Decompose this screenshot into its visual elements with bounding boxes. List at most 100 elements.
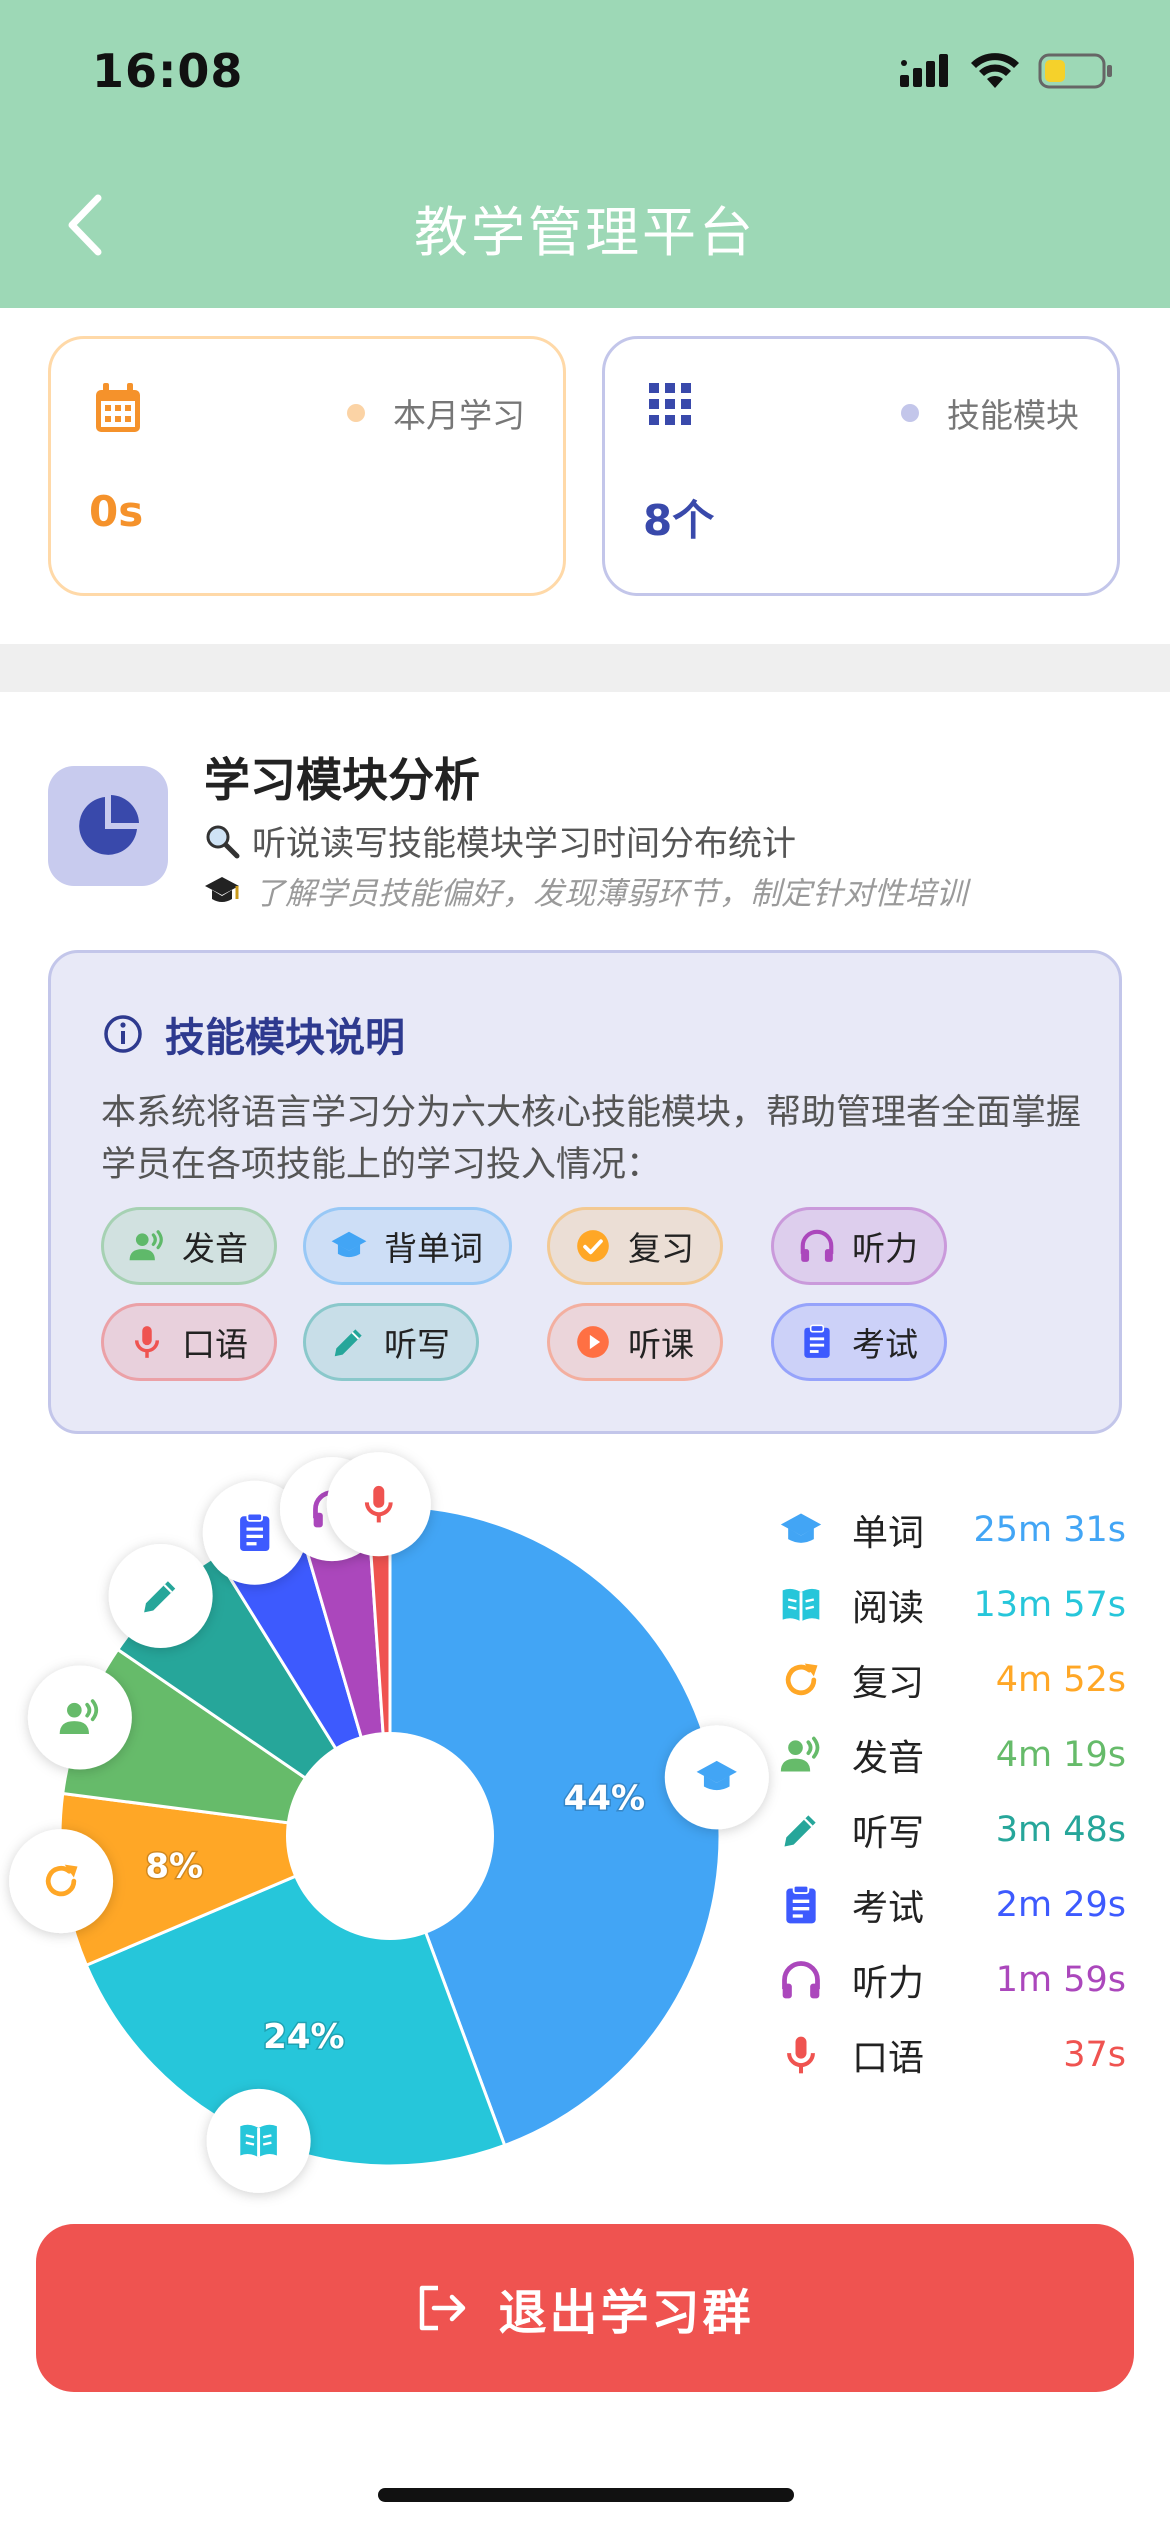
logout-icon xyxy=(420,2285,466,2331)
pie-glyph-icon xyxy=(79,795,139,855)
headphones-icon xyxy=(800,1229,834,1262)
legend-name: 阅读 xyxy=(852,1588,925,1629)
wifi-icon xyxy=(971,53,1019,88)
legend-value: 13m 57s xyxy=(973,1585,1126,1625)
section-divider xyxy=(0,644,1170,692)
legend-value: 25m 31s xyxy=(973,1510,1126,1550)
section-title: 学习模块分析 xyxy=(204,753,480,807)
grid-icon xyxy=(649,383,691,425)
skill-chip: 口语 xyxy=(101,1303,277,1381)
skill-modules-card: 技能模块 8个 xyxy=(602,336,1120,596)
legend-value: 3m 48s xyxy=(995,1810,1126,1850)
legend-row: 考试 2m 29s xyxy=(776,1875,1126,1935)
pie-percent-label: 44% xyxy=(564,1779,645,1819)
info-text: 本系统将语言学习分为六大核心技能模块，帮助管理者全面掌握学员在各项技能上的学习投… xyxy=(101,1093,1082,1185)
graduation-cap-icon xyxy=(780,1513,822,1543)
info-title: 技能模块说明 xyxy=(103,1005,405,1063)
skill-chip-label: 复习 xyxy=(628,1229,694,1268)
calendar-icon xyxy=(96,383,140,432)
legend-icon xyxy=(776,1805,826,1855)
exit-group-button[interactable]: 退出学习群 xyxy=(36,2224,1134,2392)
skill-modules-value: 8个 xyxy=(643,496,715,545)
label-dot xyxy=(901,404,919,422)
legend-icon xyxy=(776,1880,826,1930)
headphones-icon xyxy=(782,1961,820,1999)
legend-row: 复习 4m 52s xyxy=(776,1650,1126,1710)
legend-row: 听力 1m 59s xyxy=(776,1950,1126,2010)
status-icons xyxy=(898,52,1114,90)
section-note-text: 了解学员技能偏好，发现薄弱环节，制定针对性培训 xyxy=(254,876,967,912)
clipboard-icon xyxy=(804,1324,830,1358)
skill-chip: 背单词 xyxy=(303,1207,512,1285)
pie-badge xyxy=(206,2088,311,2193)
skill-modules-label-text: 技能模块 xyxy=(947,396,1079,435)
legend-name: 单词 xyxy=(852,1513,925,1554)
legend-row: 阅读 13m 57s xyxy=(776,1575,1126,1635)
microphone-icon xyxy=(134,1326,160,1358)
legend-name: 口语 xyxy=(852,2038,925,2079)
graduation-cap-icon xyxy=(205,876,239,902)
legend-icon xyxy=(776,2030,826,2080)
pie-badge xyxy=(664,1725,769,1830)
legend-value: 2m 29s xyxy=(995,1885,1126,1925)
voice-icon xyxy=(780,1736,820,1772)
monthly-study-value: 0s xyxy=(89,487,144,536)
info-title-text: 技能模块说明 xyxy=(165,1015,405,1061)
graduation-cap-icon xyxy=(331,1231,367,1258)
legend-name: 复习 xyxy=(852,1663,925,1704)
legend-icon xyxy=(776,1955,826,2005)
legend-icon xyxy=(776,1730,826,1780)
monthly-study-card: 本月学习 0s xyxy=(48,336,566,596)
exit-group-label: 退出学习群 xyxy=(498,2285,754,2341)
legend-name: 听力 xyxy=(852,1963,925,2004)
pie-percent-label: 24% xyxy=(263,2017,344,2057)
legend-row: 发音 4m 19s xyxy=(776,1725,1126,1785)
monthly-study-label-text: 本月学习 xyxy=(393,396,525,435)
page-title: 教学管理平台 xyxy=(414,201,756,264)
skill-chip-label: 背单词 xyxy=(384,1229,483,1268)
skill-chip: 听写 xyxy=(303,1303,479,1381)
pie-badge xyxy=(9,1829,114,1934)
legend-value: 37s xyxy=(1063,2035,1126,2075)
section-subtitle: 听说读写技能模块学习时间分布统计 xyxy=(204,816,796,865)
legend-icon xyxy=(776,1505,826,1555)
label-dot xyxy=(347,404,365,422)
legend-row: 听写 3m 48s xyxy=(776,1800,1126,1860)
monthly-study-label: 本月学习 xyxy=(347,389,525,437)
play-circle-icon xyxy=(577,1326,609,1358)
legend-value: 4m 19s xyxy=(995,1735,1126,1775)
legend-value: 4m 52s xyxy=(995,1660,1126,1700)
pie-badge xyxy=(27,1665,132,1770)
module-pie-chart: 44% 24% 8% xyxy=(9,1452,769,2193)
legend-name: 听写 xyxy=(852,1813,925,1854)
signal-icon xyxy=(900,54,948,87)
book-icon xyxy=(782,1588,820,1622)
skill-chip: 考试 xyxy=(771,1303,947,1381)
voice-icon xyxy=(129,1230,163,1261)
legend-value: 1m 59s xyxy=(995,1960,1126,2000)
section-note: 了解学员技能偏好，发现薄弱环节，制定针对性培训 xyxy=(204,868,967,913)
section-subtitle-text: 听说读写技能模块学习时间分布统计 xyxy=(252,824,796,864)
pie-chart-icon xyxy=(48,766,168,886)
pencil-icon xyxy=(784,1815,816,1847)
pencil-icon xyxy=(334,1329,362,1357)
microphone-icon xyxy=(787,2036,815,2074)
skill-chip-label: 口语 xyxy=(182,1325,248,1364)
skill-modules-label: 技能模块 xyxy=(901,389,1079,437)
skill-chip: 听力 xyxy=(771,1207,947,1285)
home-indicator xyxy=(378,2488,794,2502)
legend-icon xyxy=(776,1655,826,1705)
check-circle-icon xyxy=(577,1230,609,1262)
skill-info-box: 技能模块说明 本系统将语言学习分为六大核心技能模块，帮助管理者全面掌握学员在各项… xyxy=(48,950,1122,1434)
refresh-icon xyxy=(785,1663,818,1696)
battery-icon xyxy=(1038,53,1112,89)
skill-chip-label: 听写 xyxy=(384,1325,450,1364)
status-time: 16:08 xyxy=(92,44,244,98)
skill-chip: 复习 xyxy=(547,1207,723,1285)
legend-row: 口语 37s xyxy=(776,2025,1126,2085)
legend-name: 发音 xyxy=(852,1738,925,1779)
skill-chip: 发音 xyxy=(101,1207,277,1285)
skill-chip: 听课 xyxy=(547,1303,723,1381)
skill-chip-label: 发音 xyxy=(182,1229,248,1268)
pie-badge xyxy=(108,1543,213,1648)
